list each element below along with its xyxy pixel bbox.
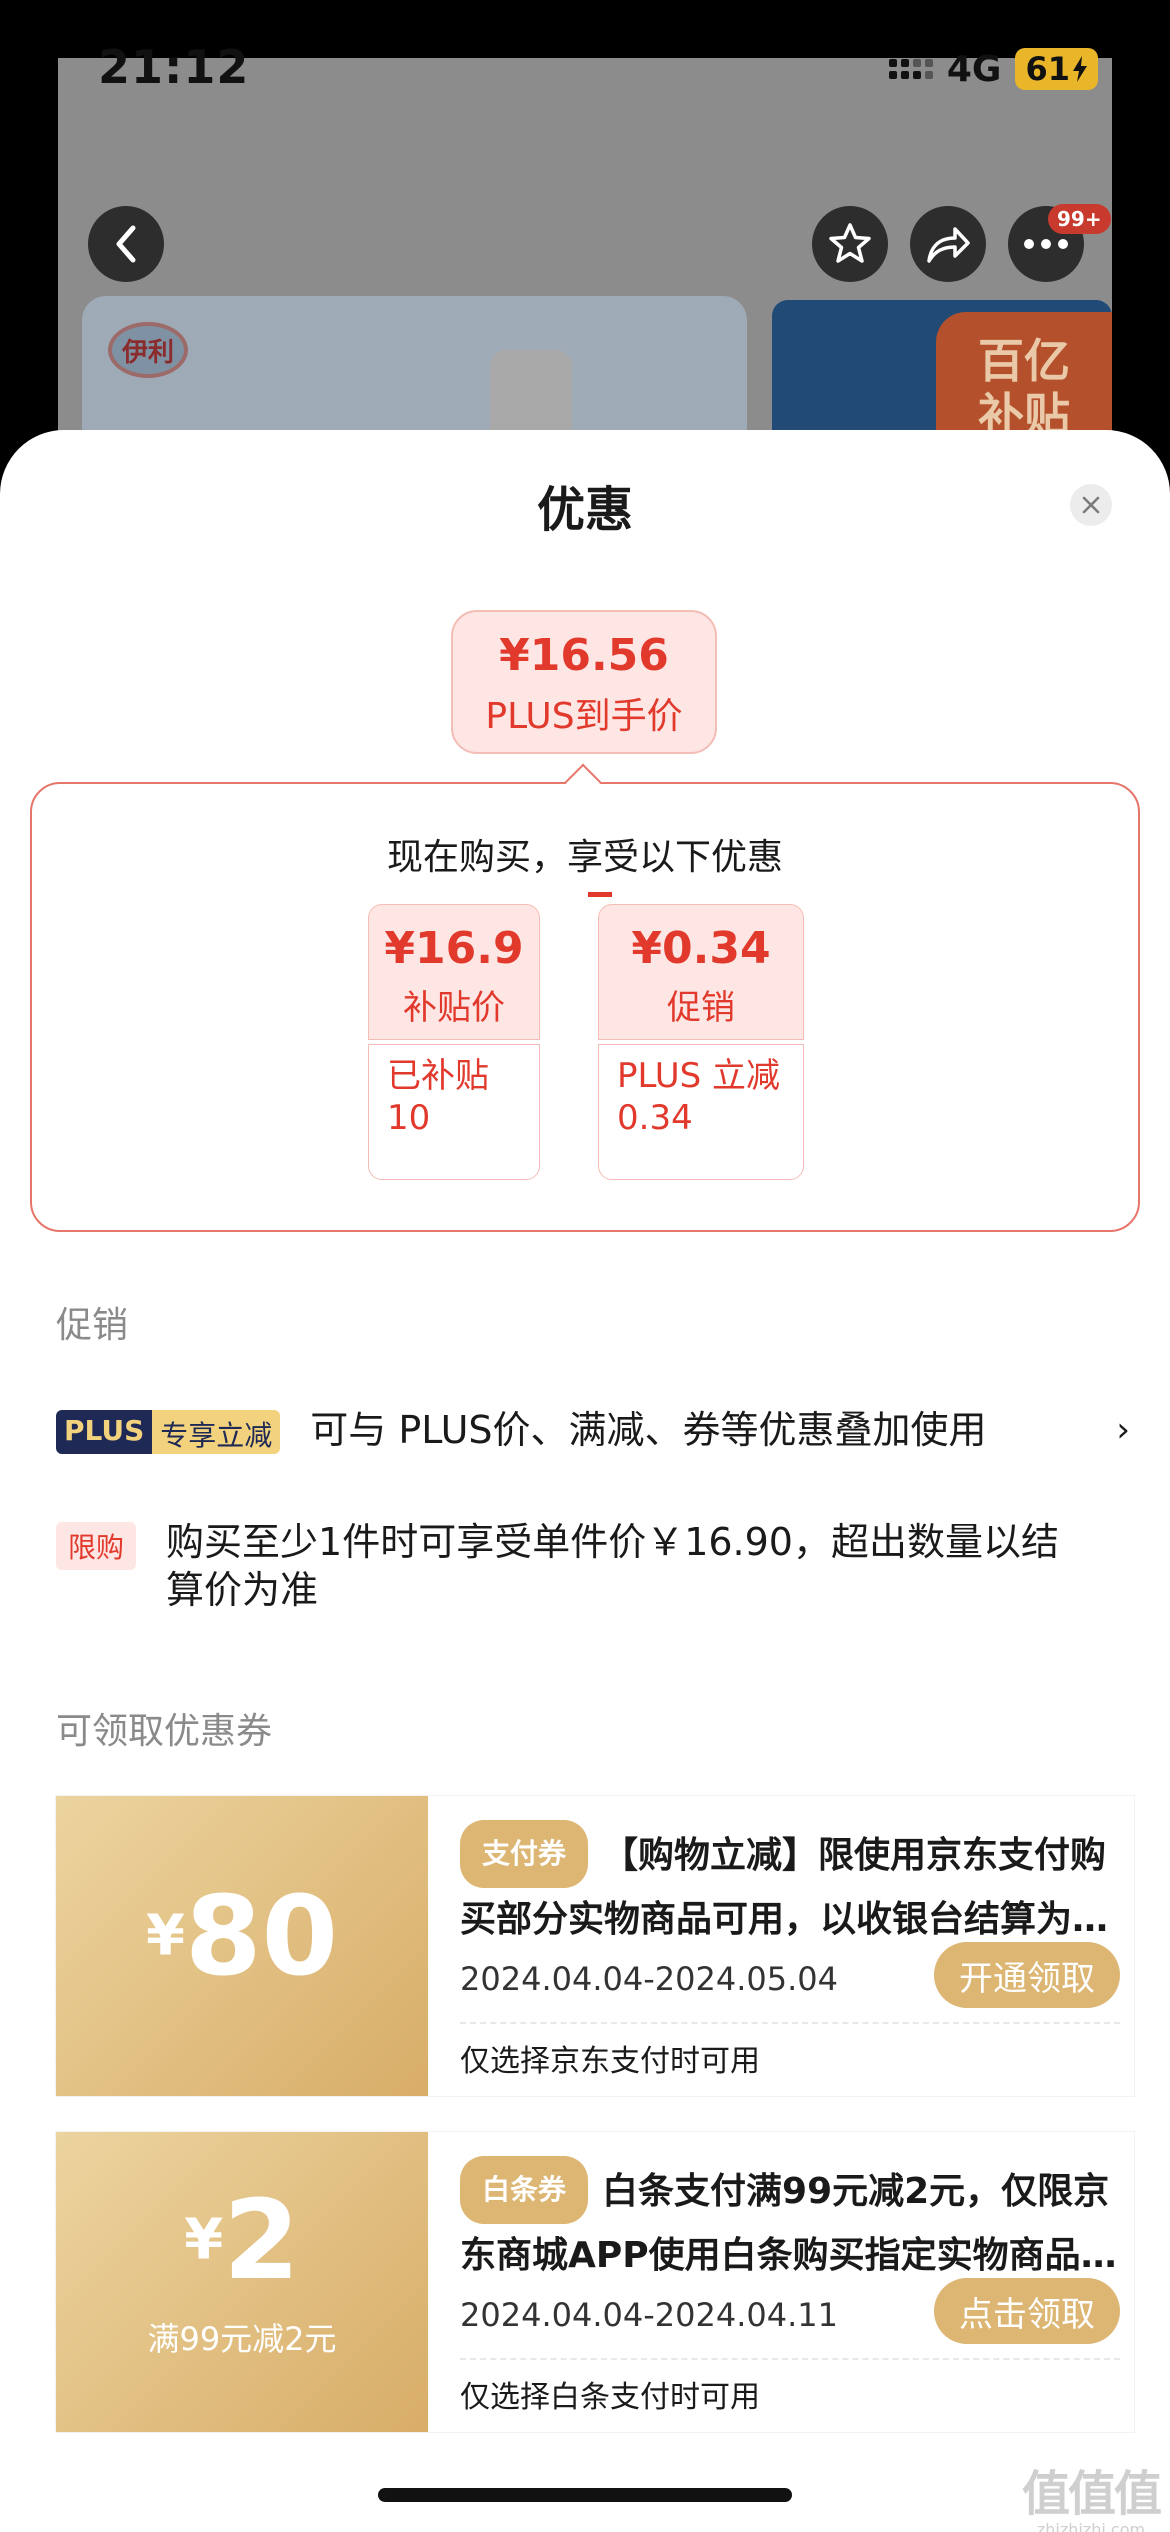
coupon-divider (460, 2022, 1120, 2024)
ticket-detail-line1: 已补贴 (387, 1056, 489, 1096)
promotions-section-label: 促销 (56, 1305, 129, 1346)
coupon-validity: 2024.04.04-2024.04.11 (460, 2296, 838, 2334)
final-price-amount: ¥16.56 (499, 630, 669, 681)
ticket-detail-line1: PLUS 立减 (617, 1056, 781, 1096)
ticket-name: 补贴价 (403, 988, 505, 1028)
share-button[interactable] (910, 206, 986, 282)
ticket-value: ¥0.34 (631, 923, 771, 974)
signal-icon (888, 59, 933, 79)
plus-exclusive-tag: PLUS 专享立减 (56, 1410, 281, 1454)
chevron-right-icon: › (1116, 1410, 1130, 1450)
coupon-card: ¥2 满99元减2元 白条券 白条支付满99元减2元，仅限京东商城APP使用白条购… (48, 2132, 1134, 2432)
plus-tag-text: 专享立减 (152, 1410, 281, 1454)
close-icon (1082, 496, 1100, 514)
ticket-value: ¥16.9 (384, 923, 524, 974)
ticket-detail-line2: 10 (387, 1098, 431, 1138)
benefit-heading: 现在购买，享受以下优惠 (386, 837, 783, 878)
final-price-label: PLUS到手价 (485, 696, 683, 737)
coupon-condition: 满99元减2元 (147, 2320, 337, 2358)
coupon-validity: 2024.04.04-2024.05.04 (460, 1960, 838, 1998)
star-icon (829, 223, 871, 263)
coupon-type-tag: 支付券 (460, 1820, 589, 1888)
subsidy-price-ticket: ¥16.9 补贴价 已补贴 10 (368, 904, 540, 1180)
coupon-note: 仅选择白条支付时可用 (460, 2380, 760, 2415)
coupon-divider (460, 2358, 1120, 2360)
coupon-perforation (48, 1796, 64, 2096)
status-time: 21:12 (98, 40, 250, 94)
promotion-ticket: ¥0.34 促销 PLUS 立减 0.34 (598, 904, 804, 1180)
watermark-logo: 值值值 (1021, 2466, 1162, 2522)
coupon-type-tag: 白条券 (460, 2156, 589, 2224)
coupon-amount: 2 (223, 2176, 300, 2304)
ticket-name: 促销 (667, 988, 735, 1028)
back-button[interactable] (88, 206, 164, 282)
coupon-details: 白条券 白条支付满99元减2元，仅限京东商城APP使用白条购买指定实物商品… 20… (460, 2132, 1120, 2432)
coupon-amount-panel: ¥80 (48, 1796, 428, 2096)
coupon-amount-panel: ¥2 满99元减2元 (48, 2132, 428, 2432)
coupon-note: 仅选择京东支付时可用 (460, 2044, 760, 2079)
benefit-breakdown: 现在购买，享受以下优惠 ¥16.9 补贴价 已补贴 10 ¥0.34 促销 PL… (30, 782, 1140, 1232)
claim-coupon-button[interactable]: 开通领取 (934, 1942, 1120, 2008)
coupon-amount: 80 (184, 1872, 339, 2000)
sheet-title: 优惠 (536, 482, 633, 538)
coupon-currency: ¥ (184, 2207, 224, 2273)
status-bar-right: 4G 61 (888, 48, 1098, 90)
brand-logo: 伊利 (108, 322, 188, 378)
final-price-badge: ¥16.56 PLUS到手价 (451, 610, 717, 754)
chevron-left-icon (116, 225, 136, 263)
limit-text: 购买至少1件时可享受单件价￥16.90，超出数量以结算价为准 (166, 1520, 1059, 1612)
coupon-details: 支付券 【购物立减】限使用京东支付购买部分实物商品可用，以收银台结算为… 2024… (460, 1796, 1120, 2096)
coupons-section-label: 可领取优惠券 (56, 1711, 273, 1752)
minus-sign (588, 892, 612, 897)
plus-promotion-row[interactable]: PLUS 专享立减 可与 PLUS价、满减、券等优惠叠加使用 › (56, 1406, 1136, 1454)
coupon-currency: ¥ (145, 1903, 185, 1969)
message-count-badge: 99+ (1048, 204, 1111, 234)
purchase-limit-row: 限购 购买至少1件时可享受单件价￥16.90，超出数量以结算价为准 (56, 1518, 1136, 1614)
coupon-title: 支付券 【购物立减】限使用京东支付购买部分实物商品可用，以收银台结算为… (460, 1820, 1120, 1948)
claim-coupon-button[interactable]: 点击领取 (934, 2278, 1120, 2344)
favorite-button[interactable] (812, 206, 888, 282)
close-button[interactable] (1070, 484, 1112, 526)
home-indicator[interactable] (378, 2488, 792, 2502)
network-type: 4G (946, 48, 1002, 90)
coupon-perforation (48, 2132, 64, 2432)
plus-tag-label: PLUS (56, 1410, 153, 1454)
share-arrow-icon (927, 227, 970, 263)
watermark-url: zhizhizhi.com (1036, 2520, 1146, 2532)
more-dots-icon (1024, 239, 1068, 249)
charging-bolt-icon (1073, 56, 1087, 82)
ticket-detail-line2: 0.34 (617, 1098, 693, 1138)
coupon-card: ¥80 支付券 【购物立减】限使用京东支付购买部分实物商品可用，以收银台结算为… … (48, 1796, 1134, 2096)
coupon-title: 白条券 白条支付满99元减2元，仅限京东商城APP使用白条购买指定实物商品… (460, 2156, 1120, 2284)
battery-indicator: 61 (1015, 48, 1098, 90)
watermark: 值值值 zhizhizhi.com (1016, 2454, 1166, 2532)
discount-sheet: 优惠 ¥16.56 PLUS到手价 现在购买，享受以下优惠 ¥16.9 补贴价 … (0, 430, 1170, 2532)
battery-level: 61 (1025, 50, 1070, 88)
limit-tag: 限购 (56, 1522, 137, 1570)
plus-promotion-text: 可与 PLUS价、满减、券等优惠叠加使用 (310, 1408, 987, 1452)
